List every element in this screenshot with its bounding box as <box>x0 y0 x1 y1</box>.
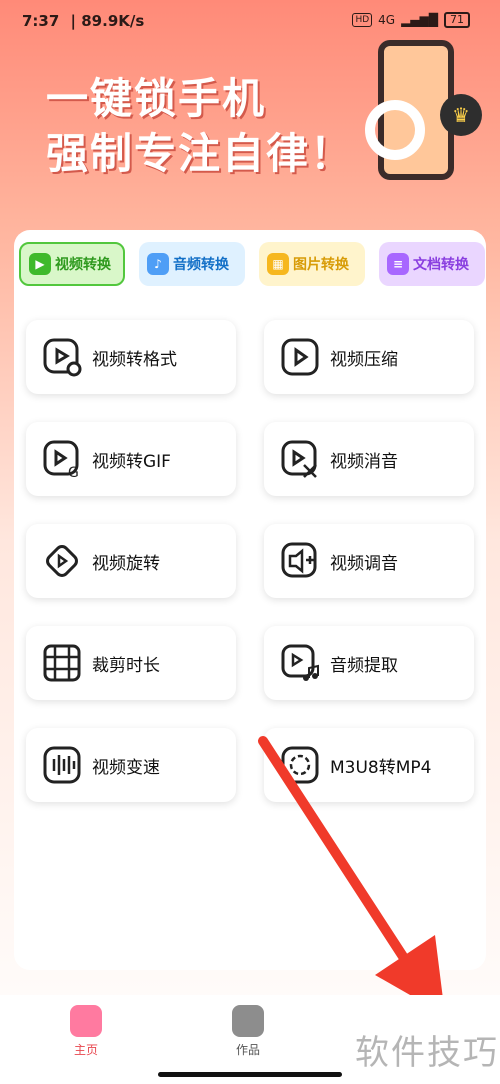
red-arrow-annotation <box>258 736 445 1015</box>
home-indicator[interactable] <box>158 1072 342 1077</box>
tool-video-mute[interactable]: 视频消音 <box>264 422 474 496</box>
vip-crown-button[interactable]: ♛ <box>440 94 482 136</box>
battery-icon: 71 <box>444 12 470 28</box>
tool-label: 视频转GIF <box>92 451 171 472</box>
video-gif-icon: G <box>40 437 84 481</box>
tab-label: 视频转换 <box>55 257 111 273</box>
tool-video-volume[interactable]: 视频调音 <box>264 524 474 598</box>
home-icon <box>70 1005 102 1037</box>
banner-line-1: 一键锁手机 <box>46 74 267 123</box>
status-bar: 7:37 | 89.9K/s HD 4G ▂▄▆█ 71 <box>0 0 500 40</box>
promo-banner[interactable]: 一键锁手机 强制专注自律！ ♛ <box>0 40 500 230</box>
tool-label: 裁剪时长 <box>92 655 160 676</box>
image-icon: ▦ <box>267 253 289 275</box>
trim-icon <box>40 641 84 685</box>
network-label: 4G <box>378 13 396 27</box>
status-left: 7:37 | 89.9K/s <box>22 12 150 30</box>
video-icon: ▶ <box>29 253 51 275</box>
key-illustration <box>365 100 425 160</box>
tool-video-speed[interactable]: 视频变速 <box>26 728 236 802</box>
signal-icon: ▂▄▆█ <box>401 13 438 27</box>
tool-label: 视频变速 <box>92 757 160 778</box>
status-right: HD 4G ▂▄▆█ 71 <box>352 12 470 28</box>
tool-label: 视频消音 <box>330 451 398 472</box>
tool-video-compress[interactable]: 视频压缩 <box>264 320 474 394</box>
nav-label: 作品 <box>235 1043 260 1057</box>
video-mute-icon <box>278 437 322 481</box>
tab-audio-convert[interactable]: ♪ 音频转换 <box>139 242 245 286</box>
watermark: 软件技巧 <box>355 1033 499 1073</box>
works-icon <box>232 1005 264 1037</box>
crown-icon: ♛ <box>452 103 470 127</box>
tool-label: 视频压缩 <box>330 349 398 370</box>
tab-video-convert[interactable]: ▶ 视频转换 <box>19 242 125 286</box>
tab-document-convert[interactable]: ≡ 文档转换 <box>379 242 485 286</box>
tool-label: 视频调音 <box>330 553 398 574</box>
tool-label: 视频转格式 <box>92 349 177 370</box>
video-compress-icon <box>278 335 322 379</box>
tab-label: 图片转换 <box>293 257 349 273</box>
video-format-icon <box>40 335 84 379</box>
nav-works[interactable]: 作品 <box>232 1005 264 1058</box>
hd-icon: HD <box>352 13 373 27</box>
video-rotate-icon <box>40 539 84 583</box>
tool-trim-duration[interactable]: 裁剪时长 <box>26 626 236 700</box>
tool-label: 视频旋转 <box>92 553 160 574</box>
tool-label: 音频提取 <box>330 655 398 676</box>
status-time: 7:37 <box>22 12 60 30</box>
document-icon: ≡ <box>387 253 409 275</box>
tool-video-gif[interactable]: G 视频转GIF <box>26 422 236 496</box>
video-volume-icon <box>278 539 322 583</box>
tab-image-convert[interactable]: ▦ 图片转换 <box>259 242 365 286</box>
tool-video-rotate[interactable]: 视频旋转 <box>26 524 236 598</box>
audio-extract-icon <box>278 641 322 685</box>
nav-home[interactable]: 主页 <box>70 1005 102 1058</box>
category-tabs: ▶ 视频转换 ♪ 音频转换 ▦ 图片转换 ≡ 文档转换 <box>19 242 485 292</box>
nav-label: 主页 <box>73 1043 98 1057</box>
tab-label: 文档转换 <box>413 257 469 273</box>
svg-text:G: G <box>68 465 79 479</box>
tab-label: 音频转换 <box>173 257 229 273</box>
tool-audio-extract[interactable]: 音频提取 <box>264 626 474 700</box>
status-speed: | 89.9K/s <box>70 12 145 30</box>
tool-video-format[interactable]: 视频转格式 <box>26 320 236 394</box>
audio-icon: ♪ <box>147 253 169 275</box>
speed-icon <box>40 743 84 787</box>
banner-line-2: 强制专注自律！ <box>46 129 355 178</box>
